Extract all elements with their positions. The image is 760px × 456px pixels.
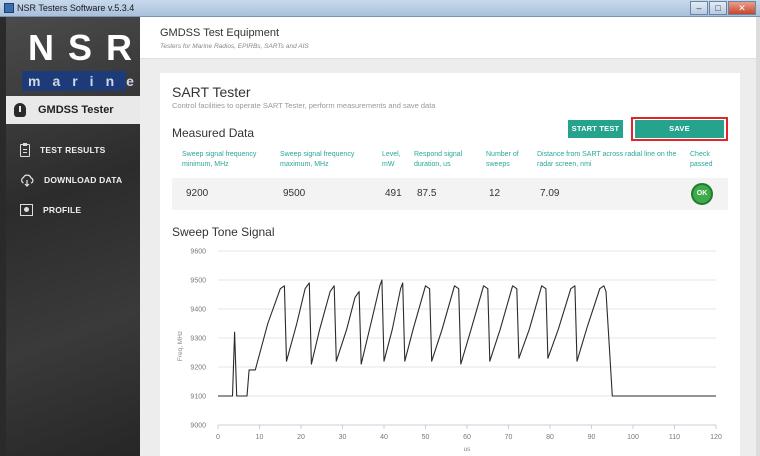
table-header: Sweep signal frequency minimum, MHz Swee…	[172, 146, 728, 178]
app-header: GMDSS Test Equipment Testers for Marine …	[140, 17, 756, 59]
x-tick-label: 110	[669, 434, 680, 441]
check-passed-badge: OK	[691, 183, 713, 205]
chart-title: Sweep Tone Signal	[172, 225, 275, 239]
main-area: GMDSS Test Equipment Testers for Marine …	[140, 17, 760, 456]
x-tick-label: 30	[339, 434, 347, 441]
sidebar-item-label: GMDSS Tester	[38, 104, 114, 116]
column-header: Check passed	[690, 151, 713, 168]
cell-freq-max: 9500	[283, 188, 306, 199]
y-tick-label: 9500	[190, 278, 206, 285]
logo-marine-text: marine	[22, 71, 134, 91]
y-tick-label: 9600	[190, 249, 206, 256]
sidebar: NSR marine GMDSS Tester TEST RESULTS DOW…	[6, 17, 140, 456]
header-title: GMDSS Test Equipment	[160, 27, 280, 39]
sidebar-item-test-results[interactable]: TEST RESULTS	[6, 139, 140, 161]
clipboard-icon	[20, 142, 30, 157]
column-header: Sweep signal frequency maximum, MHz	[280, 151, 355, 168]
sidebar-item-profile[interactable]: PROFILE	[6, 199, 140, 221]
x-axis-label: us	[464, 446, 472, 453]
sweep-tone-chart: 9000 9100 9200 9300 9400 9500 9600 0 10 20 30 40 50 6…	[177, 249, 722, 454]
save-measurements-button[interactable]: SAVE MEASUREMENTS	[635, 120, 724, 151]
save-measurements-highlight: SAVE MEASUREMENTS	[631, 117, 728, 151]
x-tick-label: 120	[710, 434, 722, 441]
column-header: Number of sweeps	[486, 151, 519, 168]
logo-nsr-text: NSR	[28, 27, 147, 68]
column-header: Respond signal duration, us	[414, 151, 463, 168]
y-tick-label: 9100	[190, 394, 206, 401]
page-subtitle: Control facilities to operate SART Teste…	[172, 101, 436, 110]
x-tick-label: 0	[216, 434, 220, 441]
cloud-download-icon	[20, 173, 34, 187]
sidebar-item-gmdss-tester[interactable]: GMDSS Tester	[6, 96, 140, 124]
cell-sweeps: 12	[489, 188, 501, 199]
start-test-button[interactable]: START TEST	[568, 120, 623, 138]
vertical-scrollbar[interactable]	[756, 17, 760, 456]
app-icon	[4, 3, 14, 13]
window-controls: – □ ✕	[689, 1, 756, 15]
sart-tester-card: SART Tester Control facilities to operat…	[160, 73, 740, 456]
sidebar-item-download-data[interactable]: DOWNLOAD DATA	[6, 169, 140, 191]
nsr-marine-logo: NSR marine	[22, 27, 147, 99]
x-tick-label: 100	[627, 434, 639, 441]
measured-data-heading: Measured Data	[172, 126, 255, 140]
table-row: 9200 9500 491 87.5 12 7.09 OK	[172, 178, 728, 210]
cell-duration: 87.5	[417, 188, 437, 199]
y-tick-label: 9200	[190, 365, 206, 372]
x-tick-label: 60	[463, 434, 471, 441]
page-title: SART Tester	[172, 84, 251, 100]
window-titlebar: NSR Testers Software v.5.3.4 – □ ✕	[0, 0, 760, 17]
cell-level: 491	[385, 188, 402, 199]
y-tick-label: 9000	[190, 423, 206, 430]
column-header: Level, mW	[382, 151, 401, 168]
column-header: Distance from SART across radial line on…	[537, 151, 677, 168]
y-tick-label: 9300	[190, 336, 206, 343]
x-tick-label: 90	[588, 434, 596, 441]
x-tick-label: 70	[505, 434, 513, 441]
y-tick-label: 9400	[190, 307, 206, 314]
column-header: Sweep signal frequency minimum, MHz	[182, 151, 257, 168]
header-subtitle: Testers for Marine Radios, EPIRBs, SARTs…	[160, 43, 309, 50]
cell-distance: 7.09	[540, 188, 560, 199]
close-icon[interactable]: ✕	[728, 1, 756, 15]
profile-icon	[20, 204, 33, 216]
window-title: NSR Testers Software v.5.3.4	[17, 3, 135, 13]
maximize-icon[interactable]: □	[709, 1, 727, 15]
x-tick-label: 20	[297, 434, 305, 441]
sidebar-item-label: PROFILE	[43, 205, 82, 215]
x-tick-label: 40	[380, 434, 388, 441]
x-tick-label: 50	[422, 434, 430, 441]
x-tick-label: 10	[256, 434, 264, 441]
minimize-icon[interactable]: –	[690, 1, 708, 15]
y-axis-label: Freq, MHz	[177, 331, 184, 361]
gmdss-icon	[14, 103, 26, 117]
x-tick-label: 80	[546, 434, 554, 441]
cell-freq-min: 9200	[186, 188, 209, 199]
sidebar-item-label: TEST RESULTS	[40, 145, 106, 155]
sidebar-item-label: DOWNLOAD DATA	[44, 175, 123, 185]
